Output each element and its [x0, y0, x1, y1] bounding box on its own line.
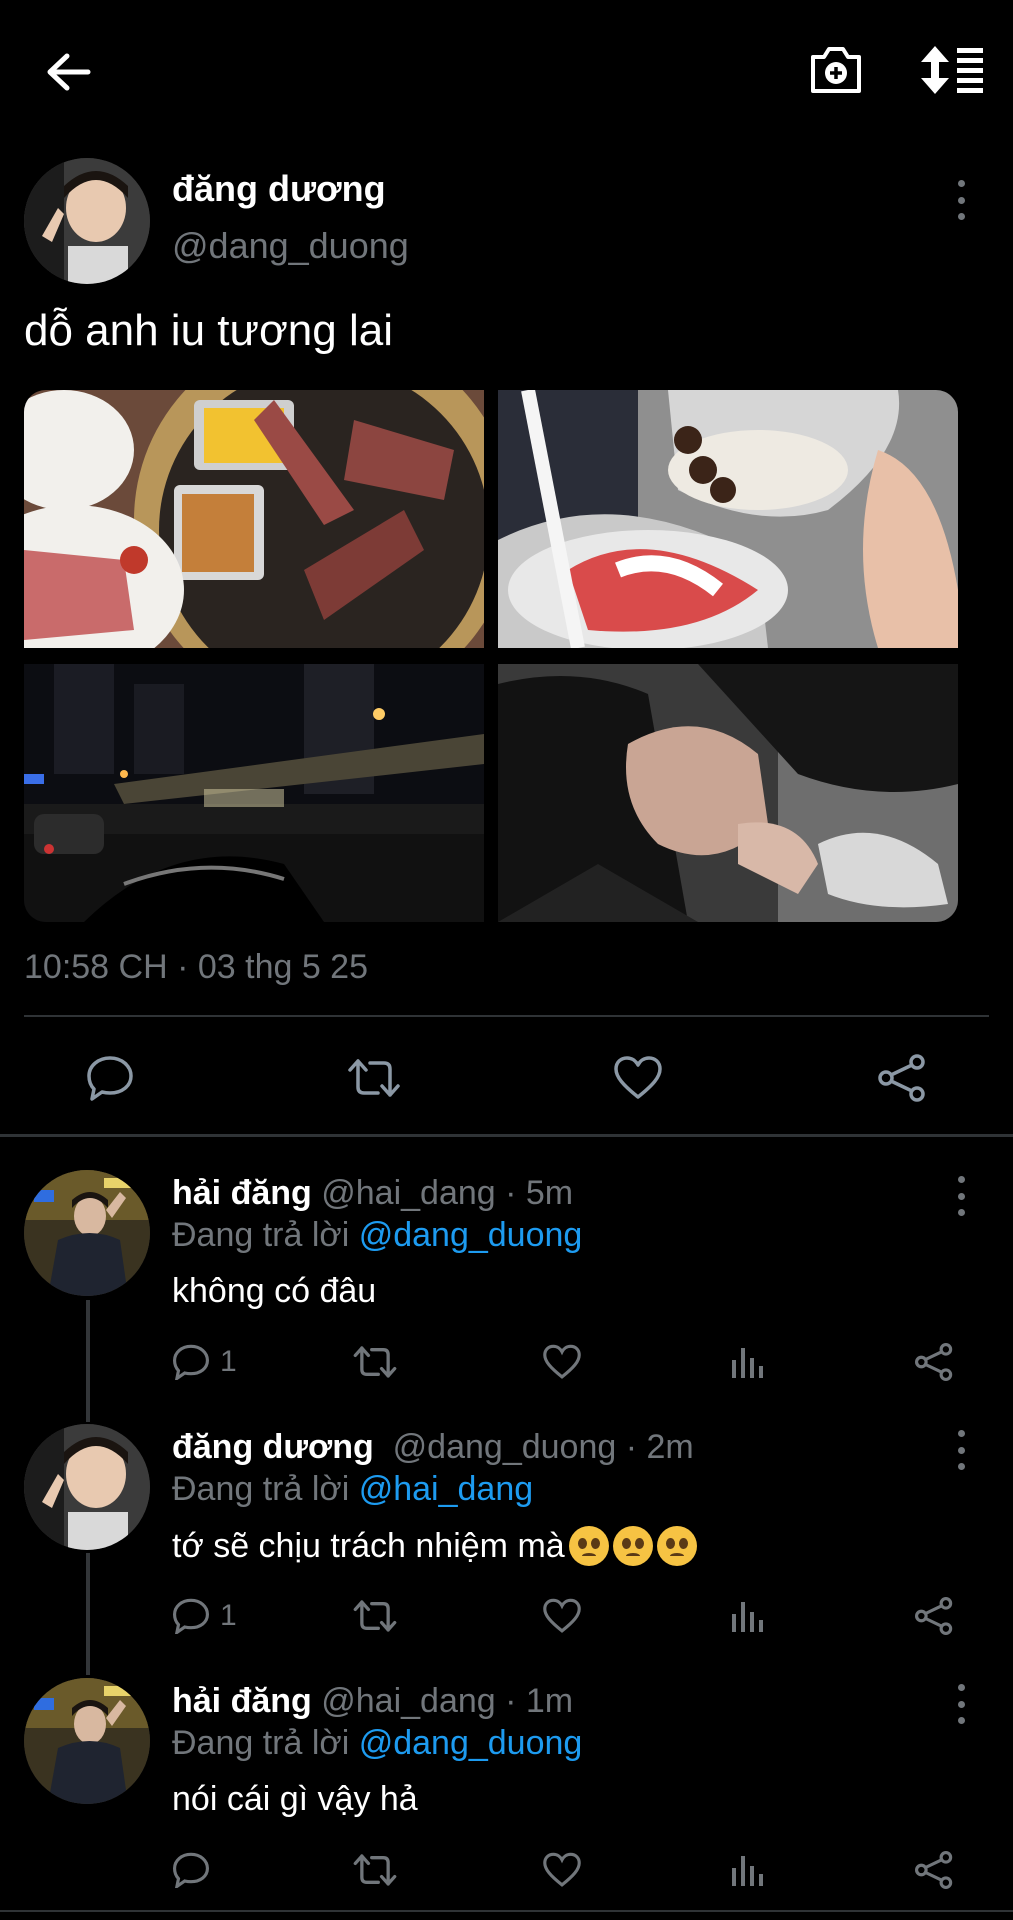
pleading-face-emoji	[656, 1526, 697, 1566]
reply-button[interactable]: 1	[172, 1340, 237, 1384]
bottom-divider	[0, 1910, 1013, 1912]
reply-text: không có đâu	[172, 1272, 377, 1310]
reply-text-row: tớ sẽ chịu trách nhiệm mà	[172, 1526, 697, 1566]
reply-author-name[interactable]: hải đăng	[172, 1682, 312, 1720]
heart-icon[interactable]	[542, 1594, 582, 1638]
share-icon[interactable]	[914, 1340, 954, 1384]
sort-icon[interactable]	[918, 40, 988, 100]
more-options-icon[interactable]	[946, 1430, 976, 1470]
top-bar	[0, 0, 1013, 140]
back-arrow-icon[interactable]	[40, 44, 96, 100]
reply-avatar[interactable]	[24, 1170, 150, 1296]
heart-icon[interactable]	[610, 1050, 666, 1106]
media-image-night-street[interactable]	[24, 664, 484, 922]
media-image-bbq[interactable]	[24, 390, 484, 648]
media-image-hands[interactable]	[498, 664, 958, 922]
replying-prefix: Đang trả lời	[172, 1724, 359, 1762]
section-divider	[0, 1134, 1013, 1137]
retweet-icon[interactable]	[352, 1848, 398, 1892]
retweet-icon[interactable]	[352, 1340, 398, 1384]
reply-meta: @hai_dang · 1m	[321, 1682, 574, 1720]
divider	[24, 1015, 989, 1017]
views-icon[interactable]	[730, 1340, 766, 1384]
reply-icon[interactable]	[82, 1050, 138, 1106]
replying-to-mention[interactable]: @dang_duong	[359, 1216, 583, 1254]
reply-meta: @hai_dang · 5m	[321, 1174, 574, 1212]
tweet-text: dỗ anh iu tương lai	[24, 306, 393, 355]
share-icon[interactable]	[874, 1050, 930, 1106]
thread-line	[86, 1300, 90, 1422]
reply-count: 1	[220, 1599, 237, 1632]
reply-button[interactable]	[172, 1848, 210, 1892]
heart-icon[interactable]	[542, 1848, 582, 1892]
reply-text: tớ sẽ chịu trách nhiệm mà	[172, 1526, 565, 1565]
tweet-timestamp: 10:58 CH · 03 thg 5 25	[24, 948, 369, 986]
reply-count: 1	[220, 1345, 237, 1378]
replying-prefix: Đang trả lời	[172, 1216, 359, 1254]
reply-author-name[interactable]: hải đăng	[172, 1174, 312, 1212]
retweet-icon[interactable]	[346, 1050, 402, 1106]
replying-prefix: Đang trả lời	[172, 1470, 359, 1508]
thread-line	[86, 1553, 90, 1675]
reply-meta: @dang_duong · 2m	[392, 1428, 694, 1466]
pleading-face-emoji	[568, 1526, 609, 1566]
more-options-icon[interactable]	[946, 1176, 976, 1216]
retweet-icon[interactable]	[352, 1594, 398, 1638]
author-name[interactable]: đăng dương	[172, 168, 386, 210]
views-icon[interactable]	[730, 1594, 766, 1638]
share-icon[interactable]	[914, 1594, 954, 1638]
heart-icon[interactable]	[542, 1340, 582, 1384]
author-handle[interactable]: @dang_duong	[172, 225, 409, 267]
camera-plus-icon[interactable]	[806, 40, 866, 100]
reply-avatar[interactable]	[24, 1678, 150, 1804]
replying-to-mention[interactable]: @dang_duong	[359, 1724, 583, 1762]
author-avatar[interactable]	[24, 158, 150, 284]
share-icon[interactable]	[914, 1848, 954, 1892]
views-icon[interactable]	[730, 1848, 766, 1892]
reply-button[interactable]: 1	[172, 1594, 237, 1638]
media-image-dessert[interactable]	[498, 390, 958, 648]
more-options-icon[interactable]	[946, 1684, 976, 1724]
replying-to-mention[interactable]: @hai_dang	[359, 1470, 533, 1508]
reply-avatar[interactable]	[24, 1424, 150, 1550]
reply-author-name[interactable]: đăng dương	[172, 1428, 374, 1466]
reply-text: nói cái gì vậy hả	[172, 1780, 418, 1818]
pleading-face-emoji	[612, 1526, 653, 1566]
media-grid	[24, 390, 958, 922]
more-options-icon[interactable]	[946, 180, 976, 220]
